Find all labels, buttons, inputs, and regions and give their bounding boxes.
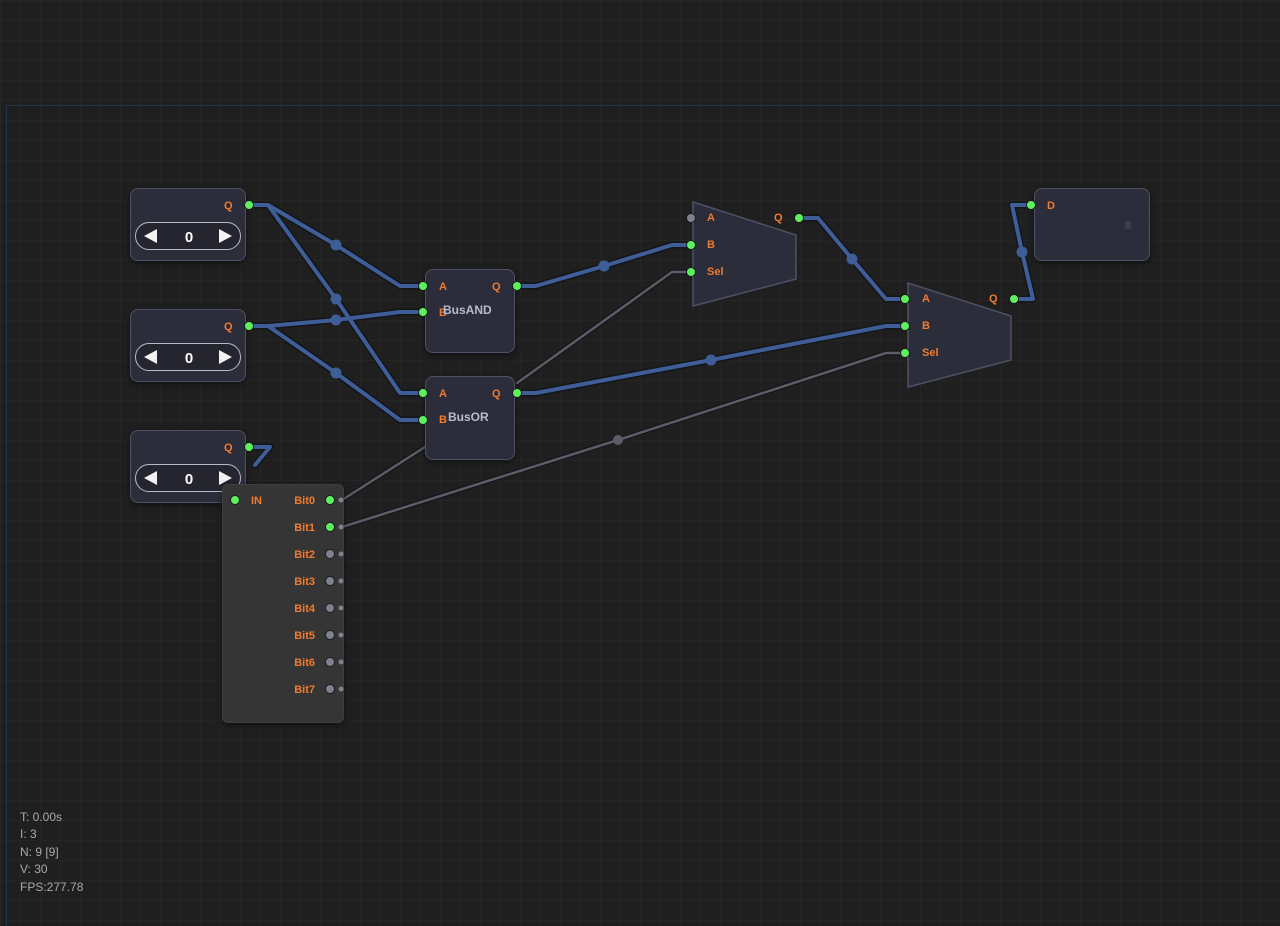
input-value: 0 [184, 350, 194, 367]
mux2-q-label: Q [989, 293, 998, 305]
increment-arrow-icon[interactable] [219, 471, 232, 485]
bit3-label: Bit3 [294, 576, 315, 588]
increment-arrow-icon[interactable] [219, 229, 232, 243]
mux1-sel-label: Sel [707, 266, 724, 278]
input-node-1[interactable]: Q 0 [130, 188, 246, 261]
mux1-q-label: Q [774, 212, 783, 224]
decrement-arrow-icon[interactable] [144, 350, 157, 364]
value-stepper[interactable]: 0 [135, 222, 241, 250]
mux1-a-label: A [707, 212, 715, 224]
increment-arrow-icon[interactable] [219, 350, 232, 364]
output-label: Q [224, 442, 233, 454]
splitter-in-label: IN [251, 495, 262, 507]
mux2-a-label: A [922, 293, 930, 305]
bit1-label: Bit1 [294, 522, 315, 534]
decrement-arrow-icon[interactable] [144, 471, 157, 485]
gate-name: BusAND [443, 303, 492, 317]
value-stepper[interactable]: 0 [135, 343, 241, 371]
decrement-arrow-icon[interactable] [144, 229, 157, 243]
bit4-label: Bit4 [294, 603, 315, 615]
input-b-label: B [439, 414, 447, 426]
display-value-indicator [1125, 221, 1131, 229]
bus-and-gate[interactable]: A B Q BusAND [425, 269, 515, 353]
mux1-b-label: B [707, 239, 715, 251]
gate-name: BusOR [448, 410, 489, 424]
stat-nodes: N: 9 [9] [20, 844, 59, 859]
input-a-label: A [439, 388, 447, 400]
bus-or-gate[interactable]: A B Q BusOR [425, 376, 515, 460]
display-d-label: D [1047, 200, 1055, 212]
bit2-label: Bit2 [294, 549, 315, 561]
stats-overlay: T: 0.00s I: 3 N: 9 [9] V: 30 FPS:277.78 [20, 809, 83, 896]
bit7-label: Bit7 [294, 684, 315, 696]
stat-fps: FPS:277.78 [20, 879, 84, 894]
stat-iterations: I: 3 [20, 827, 37, 842]
bit0-label: Bit0 [294, 495, 315, 507]
mux2-b-label: B [922, 320, 930, 332]
input-value: 0 [184, 229, 194, 246]
output-label: Q [224, 200, 233, 212]
bit6-label: Bit6 [294, 657, 315, 669]
bit5-label: Bit5 [294, 630, 315, 642]
output-label: Q [224, 321, 233, 333]
input-value: 0 [184, 471, 194, 488]
display-node[interactable]: D [1034, 188, 1150, 261]
output-q-label: Q [492, 281, 501, 293]
bus-splitter-node[interactable]: IN Bit0 Bit1 Bit2 Bit3 Bit4 Bit5 Bit6 Bi… [222, 484, 344, 723]
stat-vertices: V: 30 [20, 862, 48, 877]
input-node-2[interactable]: Q 0 [130, 309, 246, 382]
input-a-label: A [439, 281, 447, 293]
wire-bit0-to-or [340, 445, 427, 502]
mux2-sel-label: Sel [922, 347, 939, 359]
output-q-label: Q [492, 388, 501, 400]
stat-time: T: 0.00s [20, 810, 63, 824]
